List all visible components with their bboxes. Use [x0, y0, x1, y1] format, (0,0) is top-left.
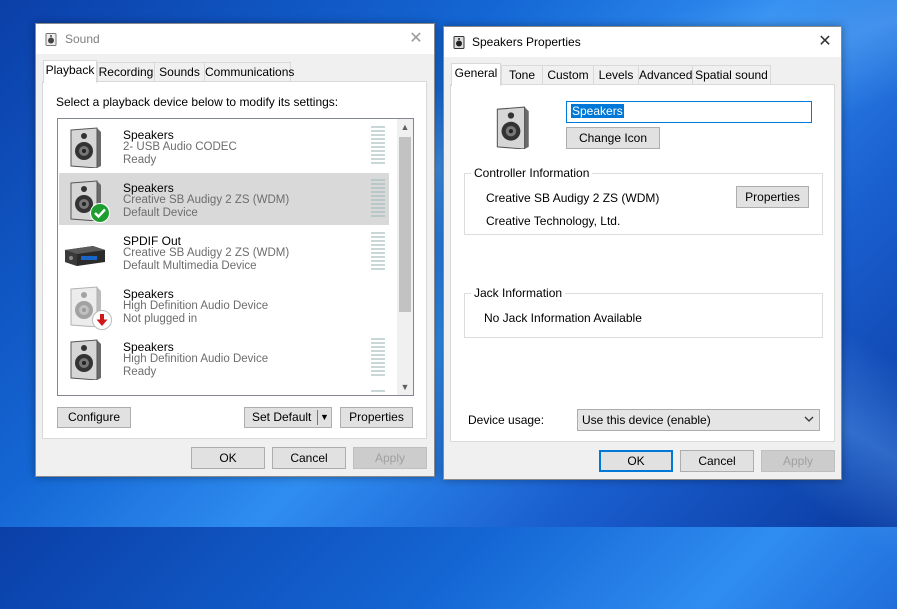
instruction-text: Select a playback device below to modify… [56, 95, 339, 109]
tab-general[interactable]: General [451, 63, 501, 86]
properties-button[interactable]: Properties [340, 407, 413, 428]
device-driver: Creative SB Audigy 2 ZS (WDM) [123, 194, 290, 206]
speakers-properties-window: Speakers Properties ✕ General Tone Custo… [443, 26, 842, 480]
unplugged-arrow-icon [92, 310, 112, 330]
list-item[interactable]: SPDIF Out Creative SB Audigy 2 ZS (WDM) … [59, 226, 389, 278]
tab-playback[interactable]: Playback [43, 60, 97, 83]
dropdown-divider [317, 410, 318, 425]
device-usage-value: Use this device (enable) [582, 413, 711, 427]
device-name: Speakers [123, 181, 174, 195]
tab-tone[interactable]: Tone [501, 65, 543, 85]
tab-label: Tone [508, 68, 536, 82]
scroll-thumb[interactable] [399, 137, 411, 312]
cancel-button[interactable]: Cancel [680, 450, 754, 472]
device-status: Ready [123, 154, 157, 166]
device-driver: 2- USB Audio CODEC [123, 141, 237, 153]
tab-label: General [454, 66, 498, 80]
list-item[interactable]: Speakers High Definition Audio Device Re… [59, 332, 389, 384]
tab-label: Advanced [639, 68, 693, 82]
controller-info-group: Controller Information Creative SB Audig… [464, 166, 823, 235]
speaker-icon [453, 36, 465, 49]
level-meter [371, 126, 385, 166]
speaker-icon [70, 127, 101, 168]
set-default-button[interactable]: Set Default ▼ [244, 407, 332, 428]
device-status: Ready [123, 366, 157, 378]
device-list[interactable]: Speakers 2- USB Audio CODEC Ready Speake… [57, 118, 414, 396]
scroll-down-icon[interactable]: ▼ [397, 379, 413, 395]
device-usage-select[interactable]: Use this device (enable) [577, 409, 820, 431]
speaker-icon [70, 339, 101, 380]
tab-label: Custom [547, 68, 589, 82]
apply-button[interactable]: Apply [761, 450, 835, 472]
speaker-icon [45, 33, 57, 46]
device-status: Not plugged in [123, 313, 198, 325]
group-label: Jack Information [471, 286, 566, 300]
speaker-icon [496, 106, 529, 149]
ok-button[interactable]: OK [599, 450, 673, 472]
level-meter [371, 338, 385, 378]
close-icon[interactable]: ✕ [815, 32, 835, 52]
jack-info-text: No Jack Information Available [484, 311, 642, 325]
sound-titlebar: Sound ✕ [36, 24, 434, 54]
window-title: Sound [65, 32, 100, 46]
device-status: Default Multimedia Device [123, 260, 257, 272]
tab-label: Levels [598, 68, 634, 82]
level-meter [371, 232, 385, 272]
tab-advanced[interactable]: Advanced [638, 65, 693, 85]
device-usage-label: Device usage: [468, 413, 545, 427]
general-panel: Speakers Change Icon Controller Informat… [450, 84, 835, 442]
configure-button[interactable]: Configure [57, 407, 131, 428]
playback-panel: Select a playback device below to modify… [42, 81, 427, 439]
device-name: Speakers [123, 287, 174, 301]
chevron-down-icon[interactable]: ▼ [320, 408, 329, 427]
window-title: Speakers Properties [472, 35, 581, 49]
tab-communications[interactable]: Communications [204, 62, 295, 82]
tab-recording[interactable]: Recording [97, 62, 155, 82]
cancel-button[interactable]: Cancel [272, 447, 346, 469]
group-label: Controller Information [471, 166, 593, 180]
set-default-label: Set Default [252, 410, 312, 424]
tab-levels[interactable]: Levels [593, 65, 639, 85]
level-meter [371, 390, 385, 394]
device-name: Speakers [123, 128, 174, 142]
jack-info-group: Jack Information No Jack Information Ava… [464, 286, 823, 338]
controller-name: Creative SB Audigy 2 ZS (WDM) [486, 191, 660, 205]
change-icon-button[interactable]: Change Icon [566, 127, 660, 149]
controller-properties-button[interactable]: Properties [736, 186, 809, 208]
properties-titlebar: Speakers Properties ✕ [444, 27, 841, 57]
tab-custom[interactable]: Custom [542, 65, 594, 85]
tab-label: Recording [98, 65, 154, 79]
spdif-receiver-icon [65, 246, 105, 266]
list-item[interactable]: Speakers High Definition Audio Device No… [59, 279, 389, 331]
apply-button[interactable]: Apply [353, 447, 427, 469]
list-item[interactable]: Speakers Creative SB Audigy 2 ZS (WDM) D… [59, 173, 389, 225]
tab-label: Playback [45, 63, 95, 77]
device-status: Default Device [123, 207, 198, 219]
tab-label: Sounds [159, 65, 200, 79]
device-name-input[interactable]: Speakers [566, 101, 812, 123]
list-scrollbar[interactable]: ▲ ▼ [397, 119, 413, 395]
close-icon[interactable]: ✕ [406, 29, 426, 49]
tab-sounds[interactable]: Sounds [154, 62, 205, 82]
device-name: SPDIF Out [123, 234, 182, 248]
device-driver: Creative SB Audigy 2 ZS (WDM) [123, 247, 290, 259]
device-driver: High Definition Audio Device [123, 300, 269, 312]
list-item[interactable]: Speakers 2- USB Audio CODEC Ready [59, 120, 389, 172]
tab-spatial-sound[interactable]: Spatial sound [692, 65, 771, 85]
ok-button[interactable]: OK [191, 447, 265, 469]
scroll-up-icon[interactable]: ▲ [397, 119, 413, 135]
tab-label: Communications [205, 65, 295, 79]
device-driver: High Definition Audio Device [123, 353, 269, 365]
sound-window: Sound ✕ Playback Recording Sounds Commun… [35, 23, 435, 477]
device-name: Speakers [123, 340, 174, 354]
chevron-down-icon [804, 416, 814, 422]
tab-label: Spatial sound [695, 68, 768, 82]
level-meter [371, 179, 385, 219]
controller-vendor: Creative Technology, Ltd. [486, 214, 621, 228]
default-check-icon [90, 203, 110, 223]
device-name-value: Speakers [571, 104, 624, 118]
